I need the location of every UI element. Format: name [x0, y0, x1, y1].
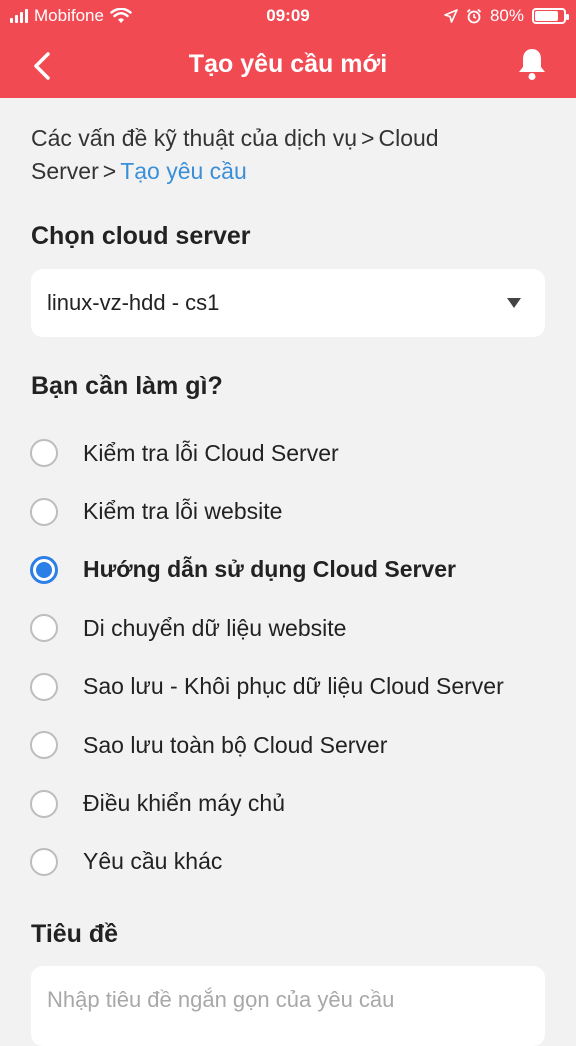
app-header: Mobifone 09:09 80% Tạo yêu cầu mới: [0, 0, 576, 98]
radio-option-label: Sao lưu - Khôi phục dữ liệu Cloud Server: [83, 673, 504, 700]
radio-option[interactable]: Yêu cầu khác: [30, 833, 560, 891]
radio-option-label: Điều khiển máy chủ: [83, 790, 285, 817]
radio-unchecked-icon[interactable]: [30, 439, 58, 468]
breadcrumb-separator: >: [102, 158, 117, 184]
radio-option[interactable]: Sao lưu - Khôi phục dữ liệu Cloud Server: [30, 658, 560, 716]
status-right: 80%: [444, 6, 569, 26]
title-input[interactable]: [31, 966, 545, 1046]
radio-option-label: Sao lưu toàn bộ Cloud Server: [83, 731, 388, 758]
breadcrumb-separator: >: [361, 125, 375, 151]
radio-option-label: Kiểm tra lỗi website: [83, 498, 283, 525]
radio-unchecked-icon[interactable]: [30, 672, 58, 701]
cloud-server-select[interactable]: linux-vz-hdd - cs1: [31, 269, 545, 337]
radio-unchecked-icon[interactable]: [30, 497, 58, 526]
task-radio-group: Kiểm tra lỗi Cloud Server Kiểm tra lỗi we…: [30, 424, 560, 891]
radio-option-label: Hướng dẫn sử dụng Cloud Server: [83, 556, 456, 583]
breadcrumb: Các vấn đề kỹ thuật của dịch vụ > Cloud Se…: [31, 122, 531, 188]
radio-checked-icon[interactable]: [30, 555, 58, 584]
location-icon: [444, 9, 458, 23]
battery-icon: [532, 8, 569, 24]
radio-option-label: Kiểm tra lỗi Cloud Server: [83, 439, 339, 466]
battery-percent: 80%: [489, 6, 524, 25]
page-title: Tạo yêu cầu mới: [188, 50, 388, 78]
radio-option[interactable]: Điều khiển máy chủ: [30, 774, 560, 832]
task-section-label: Bạn cần làm gì?: [31, 372, 223, 400]
radio-option[interactable]: Sao lưu toàn bộ Cloud Server: [30, 716, 560, 774]
radio-unchecked-icon[interactable]: [30, 847, 58, 876]
radio-option-label: Yêu cầu khác: [83, 848, 223, 875]
radio-option[interactable]: Di chuyển dữ liệu website: [30, 599, 560, 657]
title-section-label: Tiêu đề: [31, 920, 119, 948]
status-bar: Mobifone 09:09 80%: [0, 0, 576, 32]
selected-server: linux-vz-hdd - cs1: [47, 290, 220, 315]
radio-option[interactable]: Hướng dẫn sử dụng Cloud Server: [30, 541, 560, 599]
radio-unchecked-icon[interactable]: [30, 614, 58, 643]
radio-option-label: Di chuyển dữ liệu website: [83, 614, 347, 641]
breadcrumb-item[interactable]: Các vấn đề kỹ thuật của dịch vụ: [31, 125, 357, 151]
caret-down-icon: [507, 298, 521, 308]
breadcrumb-current: Tạo yêu cầu: [120, 158, 247, 184]
radio-unchecked-icon[interactable]: [30, 789, 58, 818]
radio-option[interactable]: Kiểm tra lỗi website: [30, 482, 560, 540]
alarm-icon: [466, 8, 482, 24]
bell-icon[interactable]: [516, 46, 548, 82]
radio-option[interactable]: Kiểm tra lỗi Cloud Server: [30, 424, 560, 482]
radio-unchecked-icon[interactable]: [30, 731, 58, 760]
server-section-label: Chọn cloud server: [31, 222, 251, 250]
